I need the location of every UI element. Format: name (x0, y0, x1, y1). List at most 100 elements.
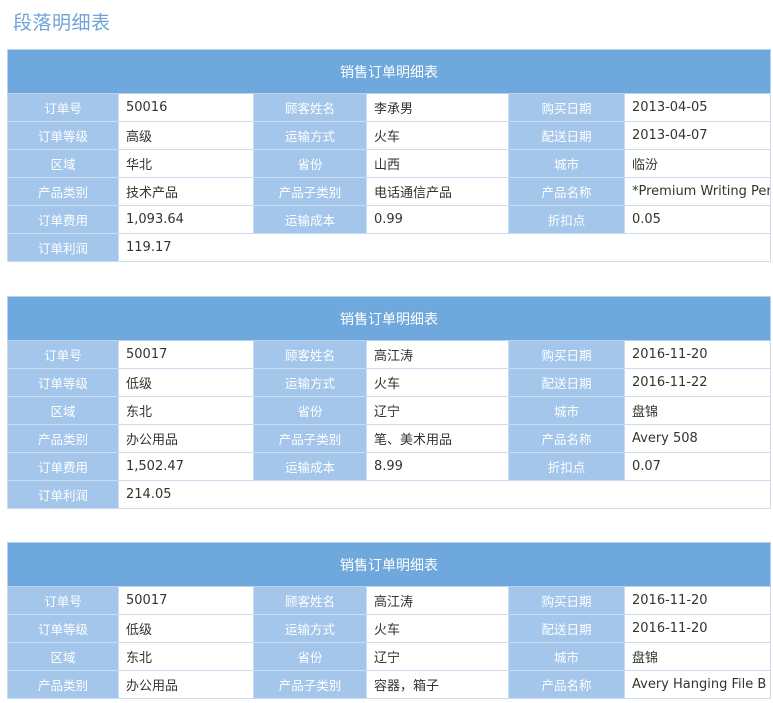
field-value: Avery Hanging File B (624, 670, 771, 699)
field-label: 产品名称 (508, 177, 625, 206)
field-value: 盘锦 (624, 396, 771, 425)
field-value: 东北 (118, 642, 254, 671)
table-row: 区域 华北 省份 山西 城市 临汾 (7, 149, 771, 178)
table-row: 产品类别 技术产品 产品子类别 电话通信产品 产品名称 *Premium Writing … (7, 177, 771, 206)
field-value: 1,502.47 (118, 452, 254, 481)
field-label: 产品子类别 (253, 177, 367, 206)
order-detail-table: 销售订单明细表 订单号 50016 顾客姓名 李承男 购买日期 2013-04-05 订单等级… (7, 49, 771, 262)
table-row: 订单号 50017 顾客姓名 高江涛 购买日期 2016-11-20 (7, 340, 771, 369)
field-value: 50017 (118, 340, 254, 369)
table-row: 订单等级 低级 运输方式 火车 配送日期 2016-11-20 (7, 614, 771, 643)
profit-row: 订单利润 214.05 (7, 480, 771, 509)
field-value: 盘锦 (624, 642, 771, 671)
field-label: 购买日期 (508, 340, 625, 369)
profit-row: 订单利润 119.17 (7, 233, 771, 262)
field-value: 电话通信产品 (366, 177, 509, 206)
field-label: 运输成本 (253, 452, 367, 481)
field-label: 运输成本 (253, 205, 367, 234)
field-value: 华北 (118, 149, 254, 178)
field-label: 折扣点 (508, 205, 625, 234)
field-value: 东北 (118, 396, 254, 425)
field-value: 50016 (118, 93, 254, 122)
field-label: 省份 (253, 149, 367, 178)
field-label: 城市 (508, 642, 625, 671)
field-value: Avery 508 (624, 424, 771, 453)
field-label: 运输方式 (253, 121, 367, 150)
order-detail-table: 销售订单明细表 订单号 50017 顾客姓名 高江涛 购买日期 2016-11-20 订单等级… (7, 542, 771, 699)
field-value: 2013-04-05 (624, 93, 771, 122)
field-label: 订单等级 (7, 121, 119, 150)
field-label: 产品名称 (508, 424, 625, 453)
field-value: 0.99 (366, 205, 509, 234)
field-value: 高江涛 (366, 586, 509, 615)
field-value: 辽宁 (366, 642, 509, 671)
field-value: 低级 (118, 614, 254, 643)
field-label: 顾客姓名 (253, 340, 367, 369)
field-value: *Premium Writing Pen (624, 177, 771, 206)
field-value: 山西 (366, 149, 509, 178)
field-label: 省份 (253, 642, 367, 671)
field-label: 顾客姓名 (253, 586, 367, 615)
field-label: 区域 (7, 642, 119, 671)
field-label: 订单费用 (7, 452, 119, 481)
page-title: 段落明细表 (13, 12, 111, 34)
field-value: 笔、美术用品 (366, 424, 509, 453)
field-value: 技术产品 (118, 177, 254, 206)
field-label: 产品名称 (508, 670, 625, 699)
order-detail-table: 销售订单明细表 订单号 50017 顾客姓名 高江涛 购买日期 2016-11-20 订单等级… (7, 296, 771, 509)
field-value: 2016-11-20 (624, 340, 771, 369)
table-row: 产品类别 办公用品 产品子类别 容器，箱子 产品名称 Avery Hanging File… (7, 670, 771, 699)
field-label: 顾客姓名 (253, 93, 367, 122)
field-value: 火车 (366, 368, 509, 397)
field-value: 2016-11-22 (624, 368, 771, 397)
field-value: 李承男 (366, 93, 509, 122)
field-label: 配送日期 (508, 121, 625, 150)
field-value: 2013-04-07 (624, 121, 771, 150)
field-label: 产品类别 (7, 177, 119, 206)
field-label: 购买日期 (508, 586, 625, 615)
field-label: 产品子类别 (253, 424, 367, 453)
field-label: 产品类别 (7, 424, 119, 453)
field-value: 临汾 (624, 149, 771, 178)
table-row: 订单费用 1,093.64 运输成本 0.99 折扣点 0.05 (7, 205, 771, 234)
table-row: 订单等级 低级 运输方式 火车 配送日期 2016-11-22 (7, 368, 771, 397)
table-row: 订单等级 高级 运输方式 火车 配送日期 2013-04-07 (7, 121, 771, 150)
table-caption: 销售订单明细表 (7, 296, 771, 341)
field-value: 低级 (118, 368, 254, 397)
field-label: 运输方式 (253, 368, 367, 397)
field-value: 办公用品 (118, 424, 254, 453)
field-value: 火车 (366, 614, 509, 643)
field-label: 订单等级 (7, 614, 119, 643)
profit-label: 订单利润 (7, 480, 119, 509)
field-value: 办公用品 (118, 670, 254, 699)
field-value: 高江涛 (366, 340, 509, 369)
field-label: 订单号 (7, 93, 119, 122)
table-row: 区域 东北 省份 辽宁 城市 盘锦 (7, 396, 771, 425)
profit-value: 119.17 (118, 233, 771, 262)
field-label: 订单号 (7, 340, 119, 369)
table-caption: 销售订单明细表 (7, 542, 771, 587)
field-value: 辽宁 (366, 396, 509, 425)
field-label: 产品子类别 (253, 670, 367, 699)
field-value: 0.05 (624, 205, 771, 234)
table-row: 订单费用 1,502.47 运输成本 8.99 折扣点 0.07 (7, 452, 771, 481)
field-value: 火车 (366, 121, 509, 150)
profit-value: 214.05 (118, 480, 771, 509)
field-value: 8.99 (366, 452, 509, 481)
table-caption: 销售订单明细表 (7, 49, 771, 94)
field-label: 运输方式 (253, 614, 367, 643)
table-row: 区域 东北 省份 辽宁 城市 盘锦 (7, 642, 771, 671)
table-row: 订单号 50017 顾客姓名 高江涛 购买日期 2016-11-20 (7, 586, 771, 615)
field-label: 订单费用 (7, 205, 119, 234)
field-value: 2016-11-20 (624, 614, 771, 643)
field-value: 0.07 (624, 452, 771, 481)
field-label: 产品类别 (7, 670, 119, 699)
field-label: 购买日期 (508, 93, 625, 122)
table-row: 订单号 50016 顾客姓名 李承男 购买日期 2013-04-05 (7, 93, 771, 122)
field-label: 省份 (253, 396, 367, 425)
field-label: 折扣点 (508, 452, 625, 481)
field-label: 订单等级 (7, 368, 119, 397)
field-value: 容器，箱子 (366, 670, 509, 699)
field-value: 2016-11-20 (624, 586, 771, 615)
table-row: 产品类别 办公用品 产品子类别 笔、美术用品 产品名称 Avery 508 (7, 424, 771, 453)
